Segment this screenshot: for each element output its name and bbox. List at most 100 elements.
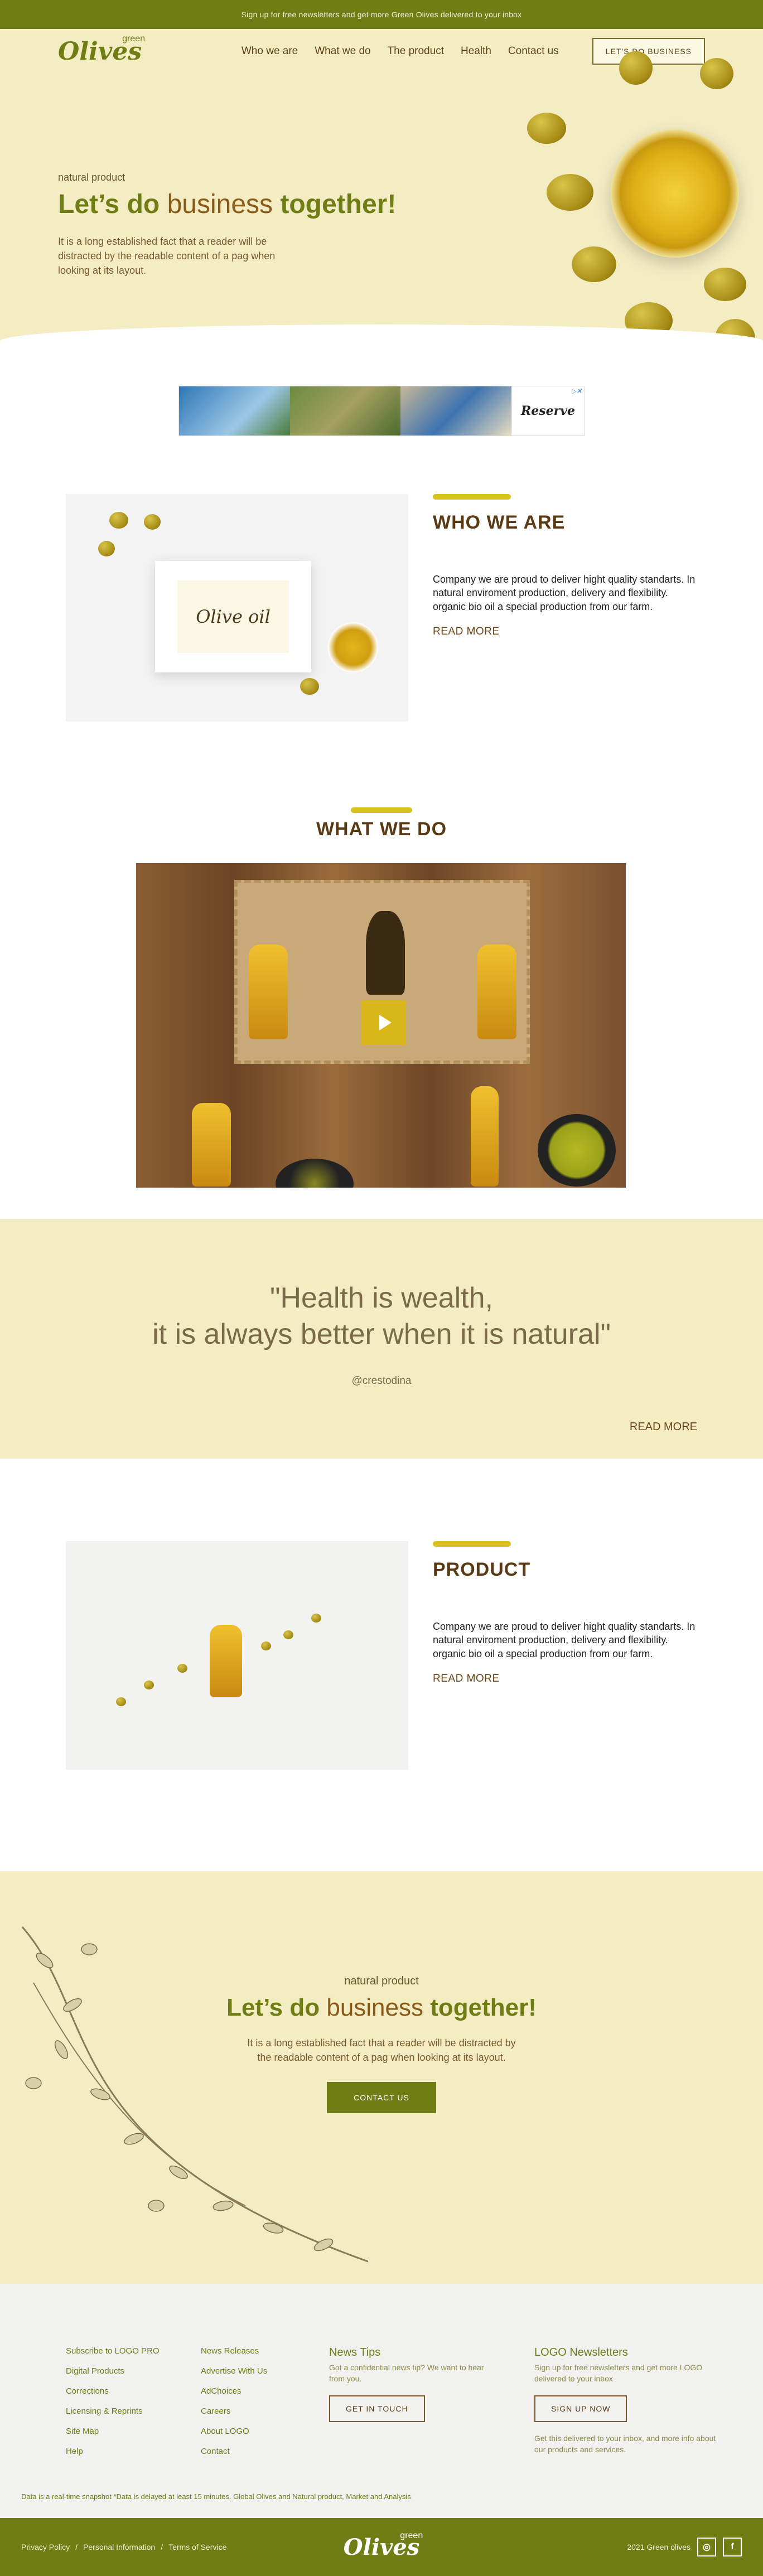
olive-image (116, 1697, 126, 1706)
site-logo[interactable]: Olives green (58, 33, 146, 66)
olive-bowl-image (276, 1159, 354, 1188)
olive-image (547, 174, 593, 211)
olive-image (527, 113, 566, 144)
footer-link[interactable]: Licensing & Reprints (66, 2406, 160, 2416)
product-image (66, 1541, 408, 1770)
contact-us-button[interactable]: CONTACT US (327, 2081, 436, 2113)
footer-link[interactable]: Help (66, 2447, 160, 2456)
ad-choices-icon[interactable]: ▷✕ (572, 388, 582, 395)
what-we-do-title: WHAT WE DO (316, 819, 447, 840)
business-eyebrow: natural product (344, 1975, 419, 1987)
logo-small-text: green (122, 33, 146, 43)
quote-section: "Health is wealth, it is always better w… (0, 1219, 763, 1459)
olive-image (572, 246, 616, 282)
hero-title: Let’s do business together! (58, 190, 397, 219)
footer-link[interactable]: About LOGO (201, 2427, 267, 2436)
olive-image (625, 302, 673, 339)
olive-oil-bottle-image (192, 1103, 231, 1187)
olive-image (98, 541, 115, 556)
olive-image (144, 514, 161, 530)
nav-the-product[interactable]: The product (388, 45, 444, 57)
footer-link[interactable]: Corrections (66, 2386, 160, 2396)
olive-bowl-image (538, 1114, 616, 1187)
top-announcement-bar: Sign up for free newsletters and get mor… (0, 0, 763, 29)
olive-image (311, 1614, 321, 1623)
nav-what-we-do[interactable]: What we do (315, 45, 370, 57)
nav-menu: Who we are What we do The product Health… (242, 45, 559, 57)
footer-link[interactable]: AdChoices (201, 2386, 267, 2396)
olive-image (261, 1642, 271, 1650)
newsletters-note: Get this delivered to your inbox, and mo… (534, 2434, 716, 2454)
instagram-icon[interactable]: ◎ (697, 2538, 716, 2556)
hero-section: Olives green Who we are What we do The p… (0, 29, 763, 341)
ad-image (400, 386, 512, 435)
olive-image (144, 1681, 154, 1689)
newsletters: LOGO Newsletters Sign up for free newsle… (534, 2346, 718, 2455)
newsletters-title: LOGO Newsletters (534, 2346, 628, 2359)
quote-line-1: "Health is wealth, (270, 1282, 493, 1314)
footer-link[interactable]: Careers (201, 2406, 267, 2416)
site-footer: Subscribe to LOGO PRO Digital Products C… (0, 2284, 763, 2518)
olive-image (715, 319, 755, 341)
olive-image (619, 51, 653, 85)
yellow-accent-mark (433, 494, 511, 500)
who-we-are-read-more-link[interactable]: READ MORE (433, 626, 500, 637)
footer-link[interactable]: Contact (201, 2447, 267, 2456)
video-player[interactable] (136, 863, 626, 1188)
product-title: PRODUCT (433, 1559, 531, 1580)
bottom-bar: Privacy Policy / Personal Information / … (0, 2518, 763, 2576)
separator: / (161, 2543, 163, 2551)
olive-oil-bottle-image (471, 1086, 499, 1187)
hero-eyebrow: natural product (58, 172, 125, 183)
footer-link[interactable]: Advertise With Us (201, 2366, 267, 2376)
who-we-are-image: Olive oil (66, 494, 408, 722)
olive-image (704, 268, 746, 301)
copyright-text: 2021 Green olives (627, 2543, 690, 2551)
footer-link[interactable]: Digital Products (66, 2366, 160, 2376)
business-section: natural product Let’s do business togeth… (0, 1871, 763, 2284)
legal-links: Privacy Policy / Personal Information / … (21, 2543, 226, 2551)
sign-up-now-button[interactable]: SIGN UP NOW (534, 2395, 627, 2423)
olive-oil-frame: Olive oil (155, 561, 311, 672)
footer-link[interactable]: Site Map (66, 2427, 160, 2436)
advertisement-banner[interactable]: Reserve ▷✕ (178, 386, 585, 436)
olive-image (300, 678, 319, 695)
footer-col-2: News Releases Advertise With Us AdChoice… (201, 2346, 267, 2467)
footer-col-1: Subscribe to LOGO PRO Digital Products C… (66, 2346, 160, 2467)
olive-image (700, 58, 733, 89)
footer-logo-small-text: green (400, 2530, 423, 2540)
olive-bottle-illustration (249, 945, 288, 1039)
quote-text: "Health is wealth, it is always better w… (0, 1280, 763, 1353)
who-we-are-description: Company we are proud to deliver hight qu… (433, 574, 696, 612)
quote-read-more-link[interactable]: READ MORE (630, 1421, 697, 1434)
nav-health[interactable]: Health (461, 45, 491, 57)
data-disclaimer: Data is a real-time snapshot *Data is de… (21, 2492, 411, 2501)
ad-image (179, 386, 290, 435)
product-read-more-link[interactable]: READ MORE (433, 1673, 500, 1684)
who-we-are-title: WHO WE ARE (433, 512, 566, 533)
business-title: Let’s do business together! (226, 1994, 537, 2021)
olive-oil-bowl-image (611, 129, 739, 258)
hero-description: It is a long established fact that a rea… (58, 235, 276, 276)
nav-contact-us[interactable]: Contact us (508, 45, 559, 57)
hero-text: natural product Let’s do business togeth… (58, 172, 404, 278)
get-in-touch-button[interactable]: GET IN TOUCH (329, 2395, 425, 2423)
footer-logo[interactable]: Olives green (344, 2531, 423, 2560)
olive-image (177, 1664, 187, 1673)
facebook-icon[interactable]: f (723, 2538, 742, 2556)
news-tips: News Tips Got a confidential news tip? W… (329, 2346, 491, 2423)
privacy-policy-link[interactable]: Privacy Policy (21, 2543, 70, 2551)
ad-brand[interactable]: Reserve ▷✕ (511, 386, 584, 435)
nav-who-we-are[interactable]: Who we are (242, 45, 298, 57)
footer-link[interactable]: Subscribe to LOGO PRO (66, 2346, 160, 2356)
olive-bottle-illustration (477, 945, 516, 1039)
olive-tree-illustration (366, 911, 405, 995)
footer-link[interactable]: News Releases (201, 2346, 267, 2356)
personal-information-link[interactable]: Personal Information (83, 2543, 155, 2551)
terms-of-service-link[interactable]: Terms of Service (168, 2543, 226, 2551)
oil-bowl-image (328, 622, 378, 672)
frame-title: Olive oil (196, 606, 271, 627)
announcement-text: Sign up for free newsletters and get mor… (241, 10, 522, 19)
ad-image (289, 386, 401, 435)
play-button[interactable] (361, 1000, 406, 1045)
